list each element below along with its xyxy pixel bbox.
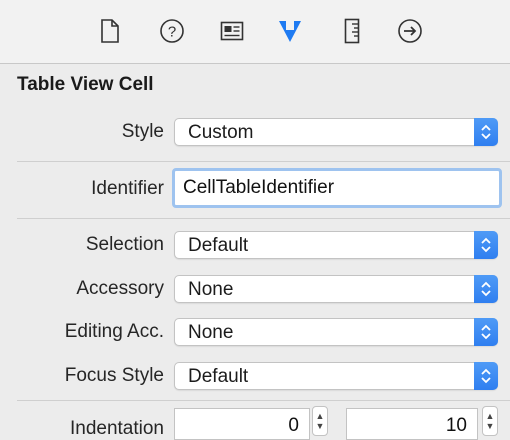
focus-style-popup[interactable]: Default bbox=[174, 362, 498, 390]
style-value: Custom bbox=[188, 122, 254, 143]
chevron-updown-icon bbox=[474, 231, 498, 259]
indentation-level-field[interactable]: 0 bbox=[174, 408, 310, 440]
focus-style-value: Default bbox=[188, 366, 249, 387]
file-inspector-icon[interactable] bbox=[96, 17, 124, 45]
accessory-label: Accessory bbox=[76, 278, 164, 299]
selection-value: Default bbox=[188, 235, 249, 256]
style-label: Style bbox=[121, 121, 164, 142]
focus-style-label: Focus Style bbox=[64, 365, 164, 386]
chevron-up-icon: ▲ bbox=[485, 411, 495, 421]
attributes-inspector-icon[interactable] bbox=[276, 17, 304, 45]
inspector-toolbar: ? bbox=[0, 0, 510, 64]
chevron-down-icon: ▼ bbox=[315, 421, 325, 431]
editing-acc-label: Editing Acc. bbox=[64, 321, 164, 342]
identifier-field[interactable]: CellTableIdentifier bbox=[172, 168, 502, 208]
chevron-updown-icon bbox=[474, 362, 498, 390]
indentation-width-value: 10 bbox=[445, 415, 467, 436]
identifier-label: Identifier bbox=[91, 178, 164, 199]
chevron-updown-icon bbox=[474, 275, 498, 303]
accessory-value: None bbox=[188, 279, 234, 300]
indentation-width-field[interactable]: 10 bbox=[346, 408, 478, 440]
divider bbox=[17, 161, 510, 162]
selection-popup[interactable]: Default bbox=[174, 231, 498, 259]
size-inspector-icon[interactable] bbox=[338, 17, 366, 45]
indentation-level-stepper[interactable]: ▲ ▼ bbox=[312, 406, 328, 436]
selection-label: Selection bbox=[85, 234, 164, 255]
indentation-level-value: 0 bbox=[288, 415, 299, 436]
chevron-updown-icon bbox=[474, 318, 498, 346]
editing-acc-value: None bbox=[188, 322, 234, 343]
editing-acc-popup[interactable]: None bbox=[174, 318, 498, 346]
identifier-value: CellTableIdentifier bbox=[183, 177, 335, 198]
connections-inspector-icon[interactable] bbox=[396, 17, 424, 45]
indentation-width-stepper[interactable]: ▲ ▼ bbox=[482, 406, 498, 436]
chevron-down-icon: ▼ bbox=[485, 421, 495, 431]
chevron-updown-icon bbox=[474, 118, 498, 146]
svg-text:?: ? bbox=[168, 24, 176, 41]
identity-inspector-icon[interactable] bbox=[218, 17, 246, 45]
accessory-popup[interactable]: None bbox=[174, 275, 498, 303]
style-popup[interactable]: Custom bbox=[174, 118, 498, 146]
divider bbox=[17, 218, 510, 219]
chevron-up-icon: ▲ bbox=[315, 411, 325, 421]
section-title: Table View Cell bbox=[17, 74, 154, 95]
divider bbox=[17, 400, 510, 401]
quick-help-icon[interactable]: ? bbox=[158, 17, 186, 45]
